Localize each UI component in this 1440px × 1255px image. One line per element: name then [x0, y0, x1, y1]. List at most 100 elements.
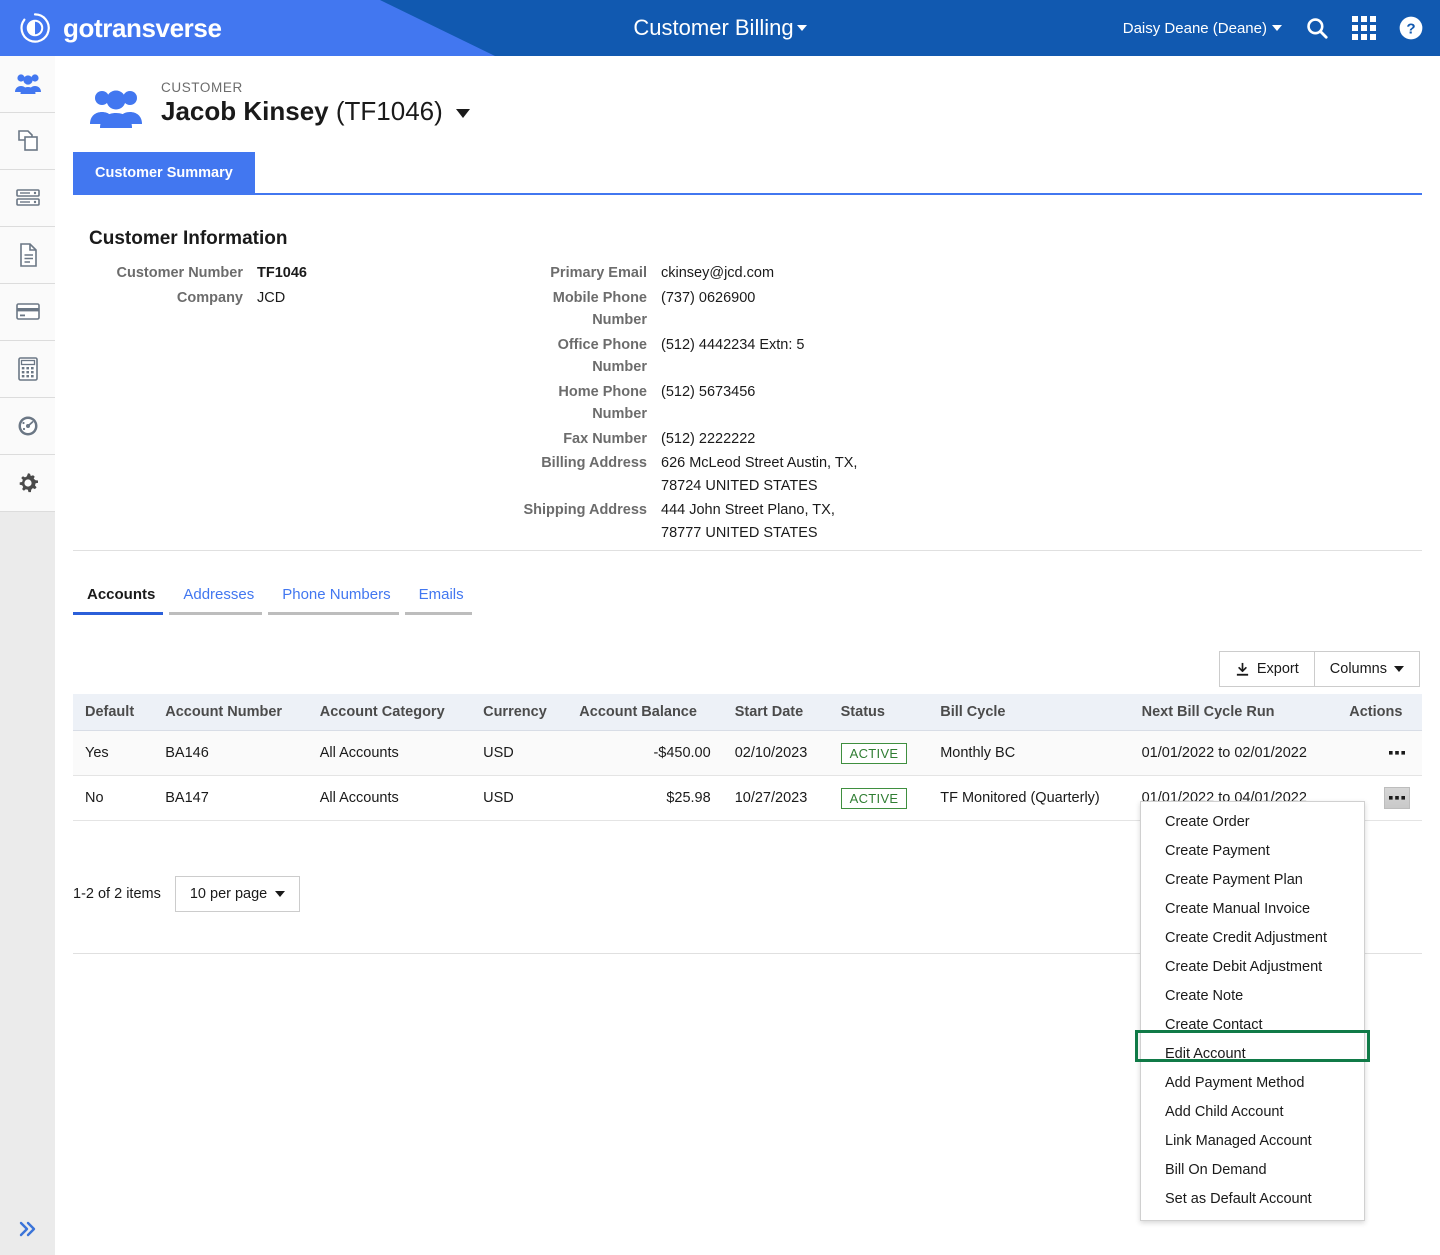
cell-default: No [73, 775, 154, 821]
info-label: Office Phone Number [557, 336, 647, 376]
menu-item-create-note[interactable]: Create Note [1141, 982, 1364, 1011]
row-actions-menu: Create Order Create Payment Create Payme… [1140, 801, 1365, 1221]
info-value: JCD [257, 289, 286, 306]
info-label: Billing Address [541, 455, 647, 471]
pagination-summary: 1-2 of 2 items [73, 886, 161, 902]
tab-customer-summary[interactable]: Customer Summary [73, 152, 255, 193]
caret-down-icon [1272, 25, 1282, 31]
column-header-start-date[interactable]: Start Date [722, 694, 829, 731]
menu-item-create-debit-adjustment[interactable]: Create Debit Adjustment [1141, 953, 1364, 982]
row-actions-button-active[interactable] [1384, 787, 1410, 809]
menu-item-add-payment-method[interactable]: Add Payment Method [1141, 1069, 1364, 1098]
ellipsis-icon [1389, 795, 1405, 800]
tab-phone-numbers-label: Phone Numbers [282, 586, 391, 603]
menu-item-create-payment[interactable]: Create Payment [1141, 837, 1364, 866]
sidebar-expand-button[interactable] [0, 1203, 55, 1255]
info-value: TF1046 [257, 265, 307, 281]
apps-button[interactable] [1352, 16, 1376, 40]
sidebar-filler [0, 512, 55, 1255]
customer-number-text: (TF1046) [335, 96, 443, 126]
column-header-bill-cycle[interactable]: Bill Cycle [928, 694, 1130, 731]
info-row: Shipping Address 444 John Street Plano, … [503, 499, 876, 544]
info-row: Office Phone Number (512) 4442234 Extn: … [503, 334, 876, 379]
column-header-next-bill-cycle-run[interactable]: Next Bill Cycle Run [1129, 694, 1338, 731]
column-header-status[interactable]: Status [828, 694, 929, 731]
cell-account-number: BA146 [153, 730, 308, 776]
sidebar-item-usage[interactable] [0, 170, 55, 227]
info-value: 626 McLeod Street Austin, TX, 78724 UNIT… [661, 455, 858, 494]
cell-currency: USD [471, 730, 568, 776]
tab-emails-label: Emails [418, 586, 464, 603]
per-page-label: 10 per page [189, 886, 268, 902]
caret-down-icon [456, 108, 471, 118]
status-badge: ACTIVE [840, 742, 908, 764]
customer-name-text: Jacob Kinsey [161, 96, 329, 126]
info-label: Mobile Phone Number [552, 289, 647, 329]
user-menu-label: Daisy Deane (Deane) [1122, 19, 1267, 37]
info-label: Fax Number [563, 430, 647, 447]
sidebar-item-settings[interactable] [0, 455, 55, 512]
document-icon [19, 243, 37, 267]
tab-phone-numbers[interactable]: Phone Numbers [268, 586, 404, 615]
menu-item-create-manual-invoice[interactable]: Create Manual Invoice [1141, 895, 1364, 924]
info-row: Company JCD [89, 287, 307, 310]
menu-item-create-order[interactable]: Create Order [1141, 808, 1364, 837]
menu-item-bill-on-demand[interactable]: Bill On Demand [1141, 1156, 1364, 1185]
sidebar-item-payments[interactable] [0, 284, 55, 341]
tab-customer-summary-label: Customer Summary [95, 164, 233, 181]
brand-logo[interactable]: gotransverse [18, 0, 222, 56]
info-label: Shipping Address [523, 502, 647, 518]
caret-down-icon [275, 891, 286, 897]
column-header-account-number[interactable]: Account Number [153, 694, 308, 731]
customer-info-left-column: Customer Number TF1046 Company JCD [89, 262, 307, 311]
search-button[interactable] [1304, 15, 1330, 41]
user-menu[interactable]: Daisy Deane (Deane) [1123, 20, 1282, 37]
info-value: (512) 2222222 [661, 430, 756, 447]
column-header-account-balance[interactable]: Account Balance [567, 694, 723, 731]
help-button[interactable]: ? [1398, 15, 1424, 41]
menu-item-create-payment-plan[interactable]: Create Payment Plan [1141, 866, 1364, 895]
table-toolbar: Export Columns [1218, 651, 1420, 687]
info-row: Customer Number TF1046 [89, 262, 307, 285]
info-row: Primary Email ckinsey@jcd.com [503, 262, 876, 285]
column-header-currency[interactable]: Currency [471, 694, 568, 731]
gotransverse-circle-logo-icon [20, 13, 50, 43]
tab-emails[interactable]: Emails [404, 586, 478, 615]
sidebar-item-products[interactable] [0, 113, 55, 170]
customer-name-menu[interactable]: Jacob Kinsey (TF1046) [161, 96, 471, 127]
cell-bill-cycle: Monthly BC [928, 730, 1130, 776]
cell-account-balance: -$450.00 [567, 730, 723, 776]
cell-start-date: 10/27/2023 [722, 775, 829, 821]
tab-addresses-label: Addresses [183, 586, 255, 603]
export-label: Export [1256, 661, 1299, 677]
menu-item-link-managed-account[interactable]: Link Managed Account [1141, 1127, 1364, 1156]
menu-item-set-as-default-account[interactable]: Set as Default Account [1141, 1185, 1364, 1214]
row-actions-button[interactable] [1384, 742, 1410, 764]
apps-grid-icon [1352, 16, 1376, 40]
columns-button[interactable]: Columns [1314, 651, 1420, 687]
tab-accounts-label: Accounts [87, 586, 156, 603]
per-page-dropdown[interactable]: 10 per page [174, 876, 301, 912]
sidebar-item-reports[interactable] [0, 398, 55, 455]
column-header-account-category[interactable]: Account Category [307, 694, 472, 731]
menu-item-create-credit-adjustment[interactable]: Create Credit Adjustment [1141, 924, 1364, 953]
table-row[interactable]: Yes BA146 All Accounts USD -$450.00 02/1… [73, 730, 1422, 776]
info-label: Customer Number [116, 265, 244, 281]
tab-accounts[interactable]: Accounts [73, 586, 169, 615]
column-header-default[interactable]: Default [73, 694, 154, 731]
customer-eyebrow-label: CUSTOMER [161, 80, 243, 95]
menu-item-add-child-account[interactable]: Add Child Account [1141, 1098, 1364, 1127]
customer-subtabs: Accounts Addresses Phone Numbers Emails [73, 586, 478, 615]
sidebar-item-billing-documents[interactable] [0, 227, 55, 284]
status-badge: ACTIVE [840, 787, 908, 809]
cell-currency: USD [471, 775, 568, 821]
cell-account-balance: $25.98 [567, 775, 723, 821]
export-button[interactable]: Export [1218, 651, 1315, 687]
sidebar-item-accounting[interactable] [0, 341, 55, 398]
ellipsis-icon [1389, 750, 1405, 755]
sidebar-item-customers[interactable] [0, 56, 55, 113]
columns-label: Columns [1329, 661, 1387, 677]
section-divider [73, 550, 1422, 551]
tab-addresses[interactable]: Addresses [169, 586, 268, 615]
caret-down-icon [1394, 666, 1404, 672]
